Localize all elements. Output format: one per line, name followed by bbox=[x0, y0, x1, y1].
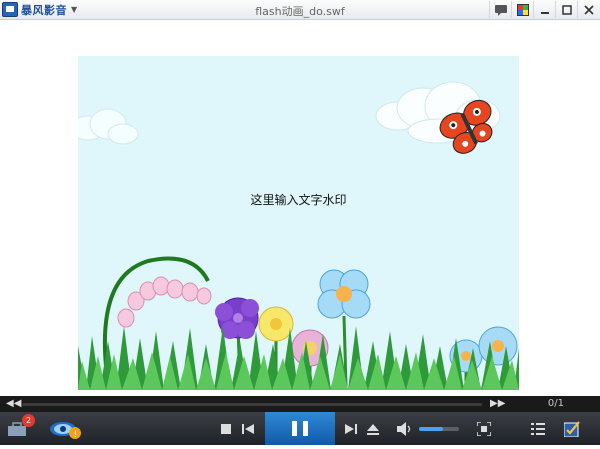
skin-icon bbox=[517, 3, 529, 16]
bell-flowers bbox=[117, 276, 212, 328]
speaker-icon bbox=[397, 422, 411, 436]
svg-text:!: ! bbox=[74, 430, 78, 440]
progress-track[interactable] bbox=[22, 403, 482, 406]
pause-button[interactable] bbox=[265, 412, 335, 445]
flash-scene bbox=[78, 81, 519, 390]
control-bar: 2 ! bbox=[0, 412, 600, 445]
skin-button[interactable] bbox=[511, 1, 534, 18]
playlist-position: 0/1 bbox=[547, 398, 564, 409]
chevron-down-icon: ▼ bbox=[71, 5, 78, 14]
eye-icon: ! bbox=[50, 422, 81, 440]
eject-icon bbox=[367, 423, 379, 435]
volume-fill bbox=[419, 427, 443, 431]
previous-icon bbox=[242, 424, 254, 434]
yellow-flower bbox=[258, 306, 294, 342]
next-icon bbox=[345, 424, 357, 434]
purple-flower bbox=[215, 297, 259, 339]
seek-bar: ◀◀ ▶▶ 0/1 bbox=[0, 396, 600, 412]
maximize-button[interactable] bbox=[555, 1, 578, 18]
previous-button[interactable] bbox=[241, 422, 255, 436]
volume-slider[interactable] bbox=[419, 427, 459, 431]
eye-button[interactable]: ! bbox=[48, 418, 84, 440]
fullscreen-icon bbox=[477, 422, 491, 436]
blue-flower-large bbox=[317, 269, 371, 319]
fast-forward-icon[interactable]: ▶▶ bbox=[490, 398, 505, 409]
title-bar: 暴风影音 ▼ flash动画_do.swf bbox=[0, 0, 600, 20]
maximize-icon bbox=[562, 4, 572, 15]
stop-icon bbox=[221, 424, 231, 434]
window-title: flash动画_do.swf bbox=[255, 5, 345, 18]
video-area[interactable]: 这里输入文字水印 bbox=[0, 20, 600, 395]
app-name: 暴风影音 bbox=[21, 3, 67, 17]
minimize-button[interactable] bbox=[533, 1, 556, 18]
flash-stage: 这里输入文字水印 bbox=[78, 56, 519, 390]
app-menu[interactable]: 暴风影音 ▼ bbox=[2, 2, 77, 17]
eject-button[interactable] bbox=[366, 422, 380, 436]
checkbox-icon bbox=[564, 421, 580, 437]
volume-button[interactable] bbox=[397, 421, 413, 437]
checklist-button[interactable] bbox=[563, 420, 581, 438]
playlist-button[interactable] bbox=[530, 421, 546, 437]
chat-button[interactable] bbox=[489, 1, 512, 18]
fullscreen-button[interactable] bbox=[476, 421, 492, 437]
close-button[interactable] bbox=[577, 1, 600, 18]
notification-badge: 2 bbox=[22, 414, 35, 427]
playlist-icon bbox=[531, 423, 545, 435]
cloud-left bbox=[78, 108, 139, 145]
pause-icon bbox=[292, 421, 308, 436]
watermark-text: 这里输入文字水印 bbox=[250, 193, 347, 207]
blue-flower-small-2 bbox=[478, 326, 518, 366]
rewind-icon[interactable]: ◀◀ bbox=[6, 398, 21, 409]
stop-button[interactable] bbox=[219, 422, 233, 436]
close-icon bbox=[584, 4, 594, 15]
chat-icon bbox=[495, 4, 507, 16]
app-logo-icon bbox=[2, 2, 18, 17]
minimize-icon bbox=[541, 11, 549, 14]
next-button[interactable] bbox=[344, 422, 358, 436]
